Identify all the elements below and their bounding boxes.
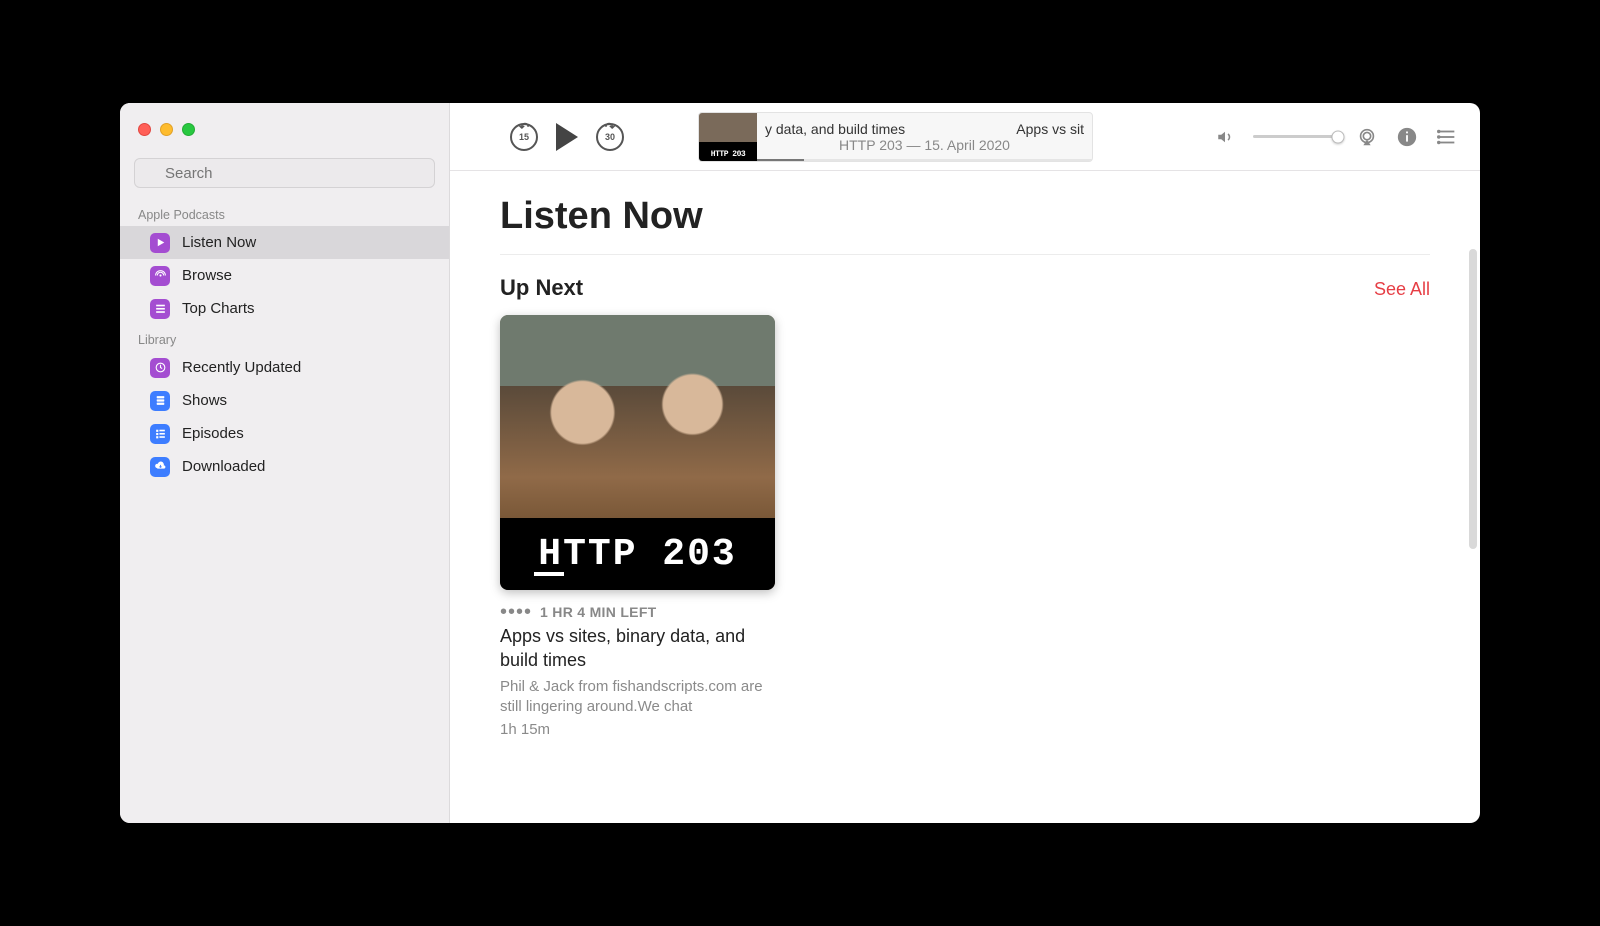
episode-title: Apps vs sites, binary data, and build ti…: [500, 624, 775, 673]
play-button[interactable]: [556, 123, 578, 151]
sidebar-item-recently-updated[interactable]: Recently Updated: [128, 351, 441, 384]
play-icon: [150, 233, 170, 253]
now-playing-title-left: y data, and build times: [765, 121, 905, 137]
main: ↶ 15 ↷ 30 HTTP 203 y data, and build tim…: [450, 103, 1480, 823]
content-area: Listen Now Up Next See All HTTP 203 •••: [450, 171, 1480, 823]
volume-icon: [1215, 128, 1235, 146]
page-title: Listen Now: [500, 195, 1430, 238]
sidebar-item-downloaded[interactable]: Downloaded: [128, 450, 441, 483]
sidebar-item-listen-now[interactable]: Listen Now: [120, 226, 449, 259]
close-window-button[interactable]: [138, 123, 151, 136]
sidebar-item-shows[interactable]: Shows: [128, 384, 441, 417]
sidebar-item-label: Browse: [182, 267, 232, 284]
up-next-cards: HTTP 203 •••• 1 HR 4 MIN LEFT Apps vs si…: [500, 315, 1430, 738]
toolbar-right: [1215, 126, 1458, 148]
toolbar: ↶ 15 ↷ 30 HTTP 203 y data, and build tim…: [450, 103, 1480, 171]
rewind-arrow-icon: ↶: [519, 120, 529, 134]
artwork-underline: [534, 572, 564, 576]
scrollbar[interactable]: [1469, 249, 1477, 549]
time-remaining: 1 HR 4 MIN LEFT: [540, 604, 657, 620]
playback-controls: ↶ 15 ↷ 30: [510, 123, 624, 151]
podcasts-window: Apple Podcasts Listen Now Browse Top Cha…: [120, 103, 1480, 823]
sidebar-item-label: Episodes: [182, 425, 244, 442]
window-controls: [120, 117, 449, 158]
volume-knob[interactable]: [1332, 130, 1345, 143]
artwork-photo: [500, 315, 775, 518]
progress-bar: [757, 159, 804, 161]
search-input[interactable]: [134, 158, 435, 188]
episode-duration: 1h 15m: [500, 721, 775, 738]
progress-track[interactable]: [757, 159, 1092, 161]
list-icon: [150, 299, 170, 319]
download-cloud-icon: [150, 457, 170, 477]
now-playing-text: y data, and build times Apps vs sit HTTP…: [757, 121, 1092, 153]
info-icon[interactable]: [1396, 126, 1418, 148]
artwork-label: HTTP 203: [711, 150, 745, 159]
antenna-icon: [150, 266, 170, 286]
episode-artwork[interactable]: HTTP 203: [500, 315, 775, 590]
sidebar-item-label: Downloaded: [182, 458, 265, 475]
queue-icon[interactable]: [1436, 126, 1458, 148]
airplay-icon[interactable]: [1356, 126, 1378, 148]
now-playing-display[interactable]: HTTP 203 y data, and build times Apps vs…: [698, 112, 1093, 162]
now-playing-artwork: HTTP 203: [699, 113, 757, 161]
sidebar-item-top-charts[interactable]: Top Charts: [128, 292, 441, 325]
sidebar-item-episodes[interactable]: Episodes: [128, 417, 441, 450]
sidebar-item-label: Shows: [182, 392, 227, 409]
section-header-up-next: Up Next See All: [500, 254, 1430, 301]
episode-card[interactable]: HTTP 203 •••• 1 HR 4 MIN LEFT Apps vs si…: [500, 315, 775, 738]
sidebar: Apple Podcasts Listen Now Browse Top Cha…: [120, 103, 450, 823]
section-title: Up Next: [500, 275, 583, 301]
stack-icon: [150, 391, 170, 411]
search-wrap: [120, 158, 449, 200]
sidebar-item-label: Recently Updated: [182, 359, 301, 376]
sidebar-item-label: Listen Now: [182, 234, 256, 251]
episodes-icon: [150, 424, 170, 444]
sidebar-item-label: Top Charts: [182, 300, 255, 317]
volume-slider[interactable]: [1253, 135, 1338, 138]
artwork-band-text: HTTP 203: [538, 533, 736, 576]
minimize-window-button[interactable]: [160, 123, 173, 136]
clock-icon: [150, 358, 170, 378]
forward-arrow-icon: ↷: [605, 120, 615, 134]
episode-meta-row: •••• 1 HR 4 MIN LEFT: [500, 604, 775, 620]
sidebar-section-library: Library: [120, 325, 449, 351]
episode-description: Phil & Jack from fishandscripts.com are …: [500, 677, 775, 718]
rewind-15-button[interactable]: ↶ 15: [510, 123, 538, 151]
now-playing-subtitle: HTTP 203 — 15. April 2020: [839, 137, 1010, 153]
see-all-link[interactable]: See All: [1374, 279, 1430, 300]
forward-30-button[interactable]: ↷ 30: [596, 123, 624, 151]
sidebar-section-apple-podcasts: Apple Podcasts: [120, 200, 449, 226]
artwork-title-band: HTTP 203: [500, 518, 775, 590]
now-playing-title-right: Apps vs sit: [1016, 121, 1084, 137]
sidebar-item-browse[interactable]: Browse: [128, 259, 441, 292]
fullscreen-window-button[interactable]: [182, 123, 195, 136]
